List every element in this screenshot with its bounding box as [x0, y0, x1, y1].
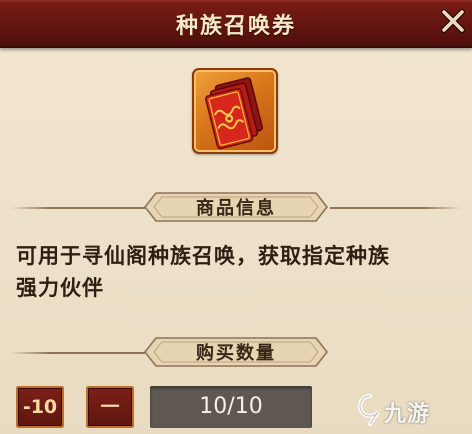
- section-heading-info: 商品信息: [142, 190, 330, 224]
- red-envelope-ticket-icon: [205, 77, 263, 150]
- close-button[interactable]: [438, 6, 468, 36]
- dialog-header: 种族召唤券: [0, 0, 472, 48]
- divider-left: [10, 207, 145, 209]
- section-heading-info-label: 商品信息: [196, 198, 276, 219]
- divider-right: [330, 207, 462, 209]
- item-description: 可用于寻仙阁种族召唤，获取指定种族 强力伙伴: [16, 240, 456, 304]
- item-description-line2: 强力伙伴: [16, 276, 104, 300]
- item-purchase-dialog: 种族召唤券 商品信息 可用于寻仙阁种族召唤，获取指定种族 强力伙伴 购买数量 -…: [0, 0, 472, 434]
- item-description-line1: 可用于寻仙阁种族召唤，获取指定种族: [16, 244, 390, 268]
- quantity-field[interactable]: 10/10: [150, 386, 312, 428]
- divider-left-qty: [10, 352, 145, 354]
- minus-10-button[interactable]: -10: [16, 386, 64, 428]
- minus-1-button[interactable]: 一: [86, 386, 134, 428]
- close-icon: [441, 9, 465, 33]
- dialog-title: 种族召唤券: [175, 14, 296, 39]
- jiuyou-logo-icon: [358, 394, 380, 426]
- watermark: 九游: [356, 392, 468, 428]
- watermark-text: 九游: [384, 402, 431, 427]
- section-heading-quantity-label: 购买数量: [196, 343, 276, 364]
- item-icon-frame: [192, 68, 278, 154]
- section-heading-quantity: 购买数量: [142, 335, 330, 369]
